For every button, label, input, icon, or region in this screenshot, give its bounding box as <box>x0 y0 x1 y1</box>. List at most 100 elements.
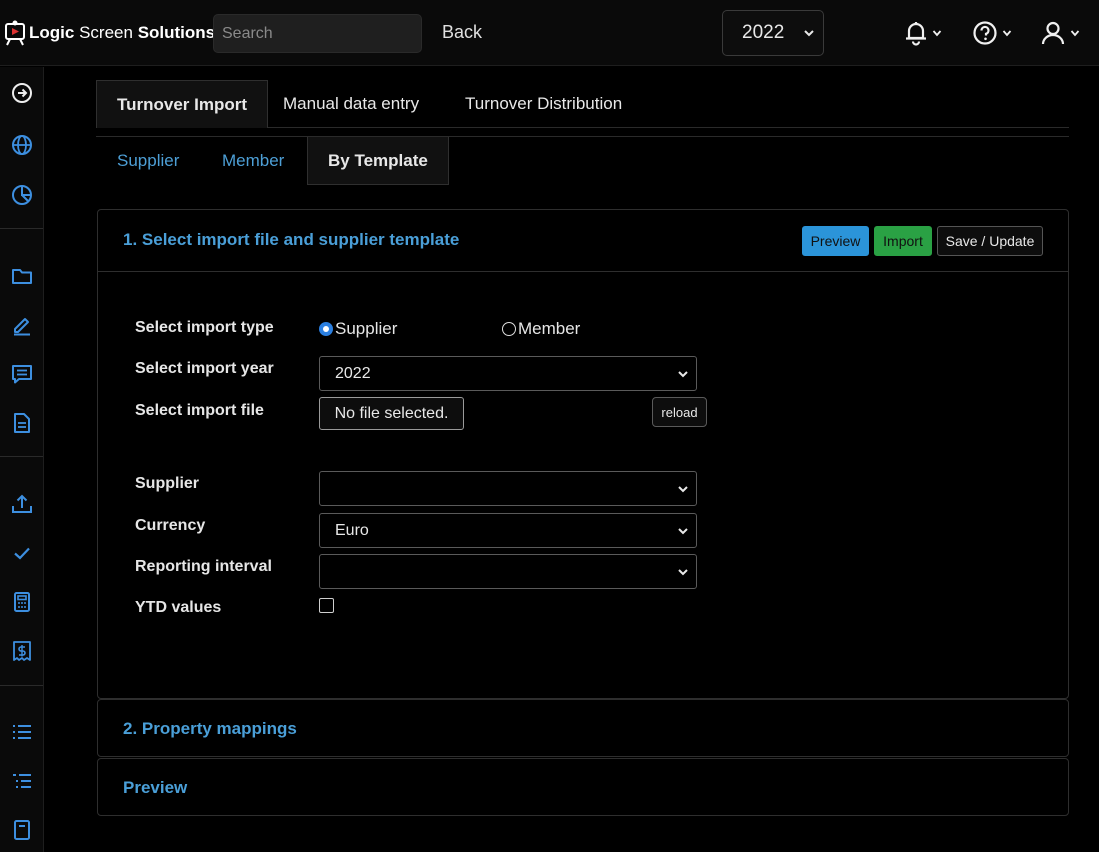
preview-button[interactable]: Preview <box>802 226 869 256</box>
folder-icon <box>12 269 32 284</box>
year-selector-value: 2022 <box>742 22 785 43</box>
sidebar-divider <box>0 456 43 457</box>
ytd-values-label: YTD values <box>135 599 222 616</box>
supplier-label: Supplier <box>135 475 200 492</box>
reporting-interval-select[interactable] <box>319 554 697 589</box>
sidebar-item-calculations[interactable] <box>11 591 33 613</box>
currency-select-value: Euro <box>335 521 369 539</box>
currency-label: Currency <box>135 517 206 534</box>
save-update-button[interactable]: Save / Update <box>937 226 1043 256</box>
sidebar-item-global[interactable] <box>11 134 33 156</box>
sub-tabs: Supplier Member By Template <box>96 136 1069 185</box>
tab-label: Manual data entry <box>283 94 420 113</box>
sidebar-divider <box>0 685 43 686</box>
radio-supplier-label: Supplier <box>335 319 398 338</box>
chevron-down-icon <box>932 30 942 37</box>
sidebar-item-outline[interactable] <box>11 770 33 792</box>
chevron-down-icon <box>678 528 688 535</box>
list-icon <box>13 725 31 739</box>
tab-by-template[interactable]: By Template <box>307 137 449 185</box>
supplier-select[interactable] <box>319 471 697 506</box>
brand-logo-icon <box>5 20 25 46</box>
pie-chart-icon <box>12 185 32 205</box>
tab-label: Turnover Import <box>117 94 248 114</box>
sidebar-item-files[interactable] <box>11 265 33 287</box>
sidebar-item-edit[interactable] <box>11 314 33 336</box>
tab-member[interactable]: Member <box>222 137 284 185</box>
sidebar-item-upload[interactable] <box>11 493 33 515</box>
chevron-down-icon <box>678 371 688 378</box>
brand[interactable]: Logic Screen Solutions <box>4 19 215 47</box>
brand-name: Logic Screen Solutions <box>29 23 215 43</box>
chevron-down-icon <box>678 486 688 493</box>
tab-label: By Template <box>328 150 428 170</box>
dollar-receipt-icon <box>13 641 31 661</box>
preview-panel[interactable]: Preview <box>97 758 1069 816</box>
upload-icon <box>12 494 32 513</box>
brand-name-middle: Screen <box>79 23 133 42</box>
sidebar-item-reports[interactable] <box>11 184 33 206</box>
help-circle-icon <box>973 21 997 45</box>
sidebar-item-saved[interactable] <box>11 819 33 841</box>
radio-member[interactable]: Member <box>502 319 580 339</box>
panel-title: 1. Select import file and supplier templ… <box>123 230 460 249</box>
import-year-value: 2022 <box>335 364 371 382</box>
list-indent-icon <box>13 774 31 788</box>
arrow-right-circle-icon <box>12 83 32 103</box>
top-bar: Logic Screen Solutions Back 2022 <box>0 0 1099 66</box>
pencil-icon <box>14 318 30 336</box>
search-input[interactable] <box>213 14 422 53</box>
import-year-label: Select import year <box>135 360 274 377</box>
sidebar-item-approve[interactable] <box>11 542 33 564</box>
sidebar-item-messages[interactable] <box>11 363 33 385</box>
import-year-select[interactable]: 2022 <box>319 356 697 391</box>
globe-icon <box>12 135 32 155</box>
sidebar-item-billing[interactable] <box>11 640 33 662</box>
bookmark-icon <box>14 820 30 840</box>
check-icon <box>14 547 30 560</box>
reload-button[interactable]: reload <box>652 397 707 427</box>
sidebar-divider <box>0 228 43 229</box>
sidebar-item-list[interactable] <box>11 721 33 743</box>
main-tabs: Turnover Import Manual data entry Turnov… <box>96 80 1069 128</box>
year-selector[interactable]: 2022 <box>722 10 824 56</box>
radio-member-label: Member <box>518 319 581 338</box>
radio-supplier[interactable]: Supplier <box>319 319 397 339</box>
tab-label: Supplier <box>117 151 180 170</box>
panel-title: 2. Property mappings <box>123 719 297 738</box>
import-button[interactable]: Import <box>874 226 932 256</box>
brand-name-last: Solutions <box>137 23 216 42</box>
document-icon <box>14 413 30 433</box>
import-file-label: Select import file <box>135 402 264 419</box>
calculator-icon <box>14 592 30 612</box>
tab-turnover-distribution[interactable]: Turnover Distribution <box>465 80 622 128</box>
radio-supplier-indicator <box>319 322 333 336</box>
sidebar-item-expand[interactable] <box>11 82 33 104</box>
chevron-down-icon <box>1002 30 1012 37</box>
property-mappings-panel[interactable]: 2. Property mappings <box>97 699 1069 757</box>
tab-manual-data-entry[interactable]: Manual data entry <box>283 80 419 128</box>
user-menu[interactable] <box>1040 20 1080 46</box>
tab-label: Member <box>222 151 285 170</box>
ytd-values-checkbox[interactable] <box>319 598 334 613</box>
help-menu[interactable] <box>972 20 1012 46</box>
back-link[interactable]: Back <box>442 22 482 43</box>
reporting-interval-label: Reporting interval <box>135 558 272 575</box>
panel-header[interactable]: 1. Select import file and supplier templ… <box>98 210 1068 272</box>
tab-turnover-import[interactable]: Turnover Import <box>96 80 269 128</box>
import-file-panel: 1. Select import file and supplier templ… <box>97 209 1069 699</box>
sidebar <box>0 67 44 852</box>
notifications-menu[interactable] <box>904 20 942 46</box>
bell-icon <box>906 22 926 46</box>
sidebar-item-documents[interactable] <box>11 412 33 434</box>
currency-select[interactable]: Euro <box>319 513 697 548</box>
file-chooser-button[interactable]: No file selected. <box>319 397 464 430</box>
message-list-icon <box>12 365 32 384</box>
tab-supplier[interactable]: Supplier <box>117 137 179 185</box>
chevron-down-icon <box>1070 30 1080 37</box>
import-type-label: Select import type <box>135 319 274 336</box>
user-icon <box>1041 21 1065 45</box>
chevron-down-icon <box>804 30 814 37</box>
chevron-down-icon <box>678 569 688 576</box>
tab-label: Turnover Distribution <box>465 94 623 113</box>
